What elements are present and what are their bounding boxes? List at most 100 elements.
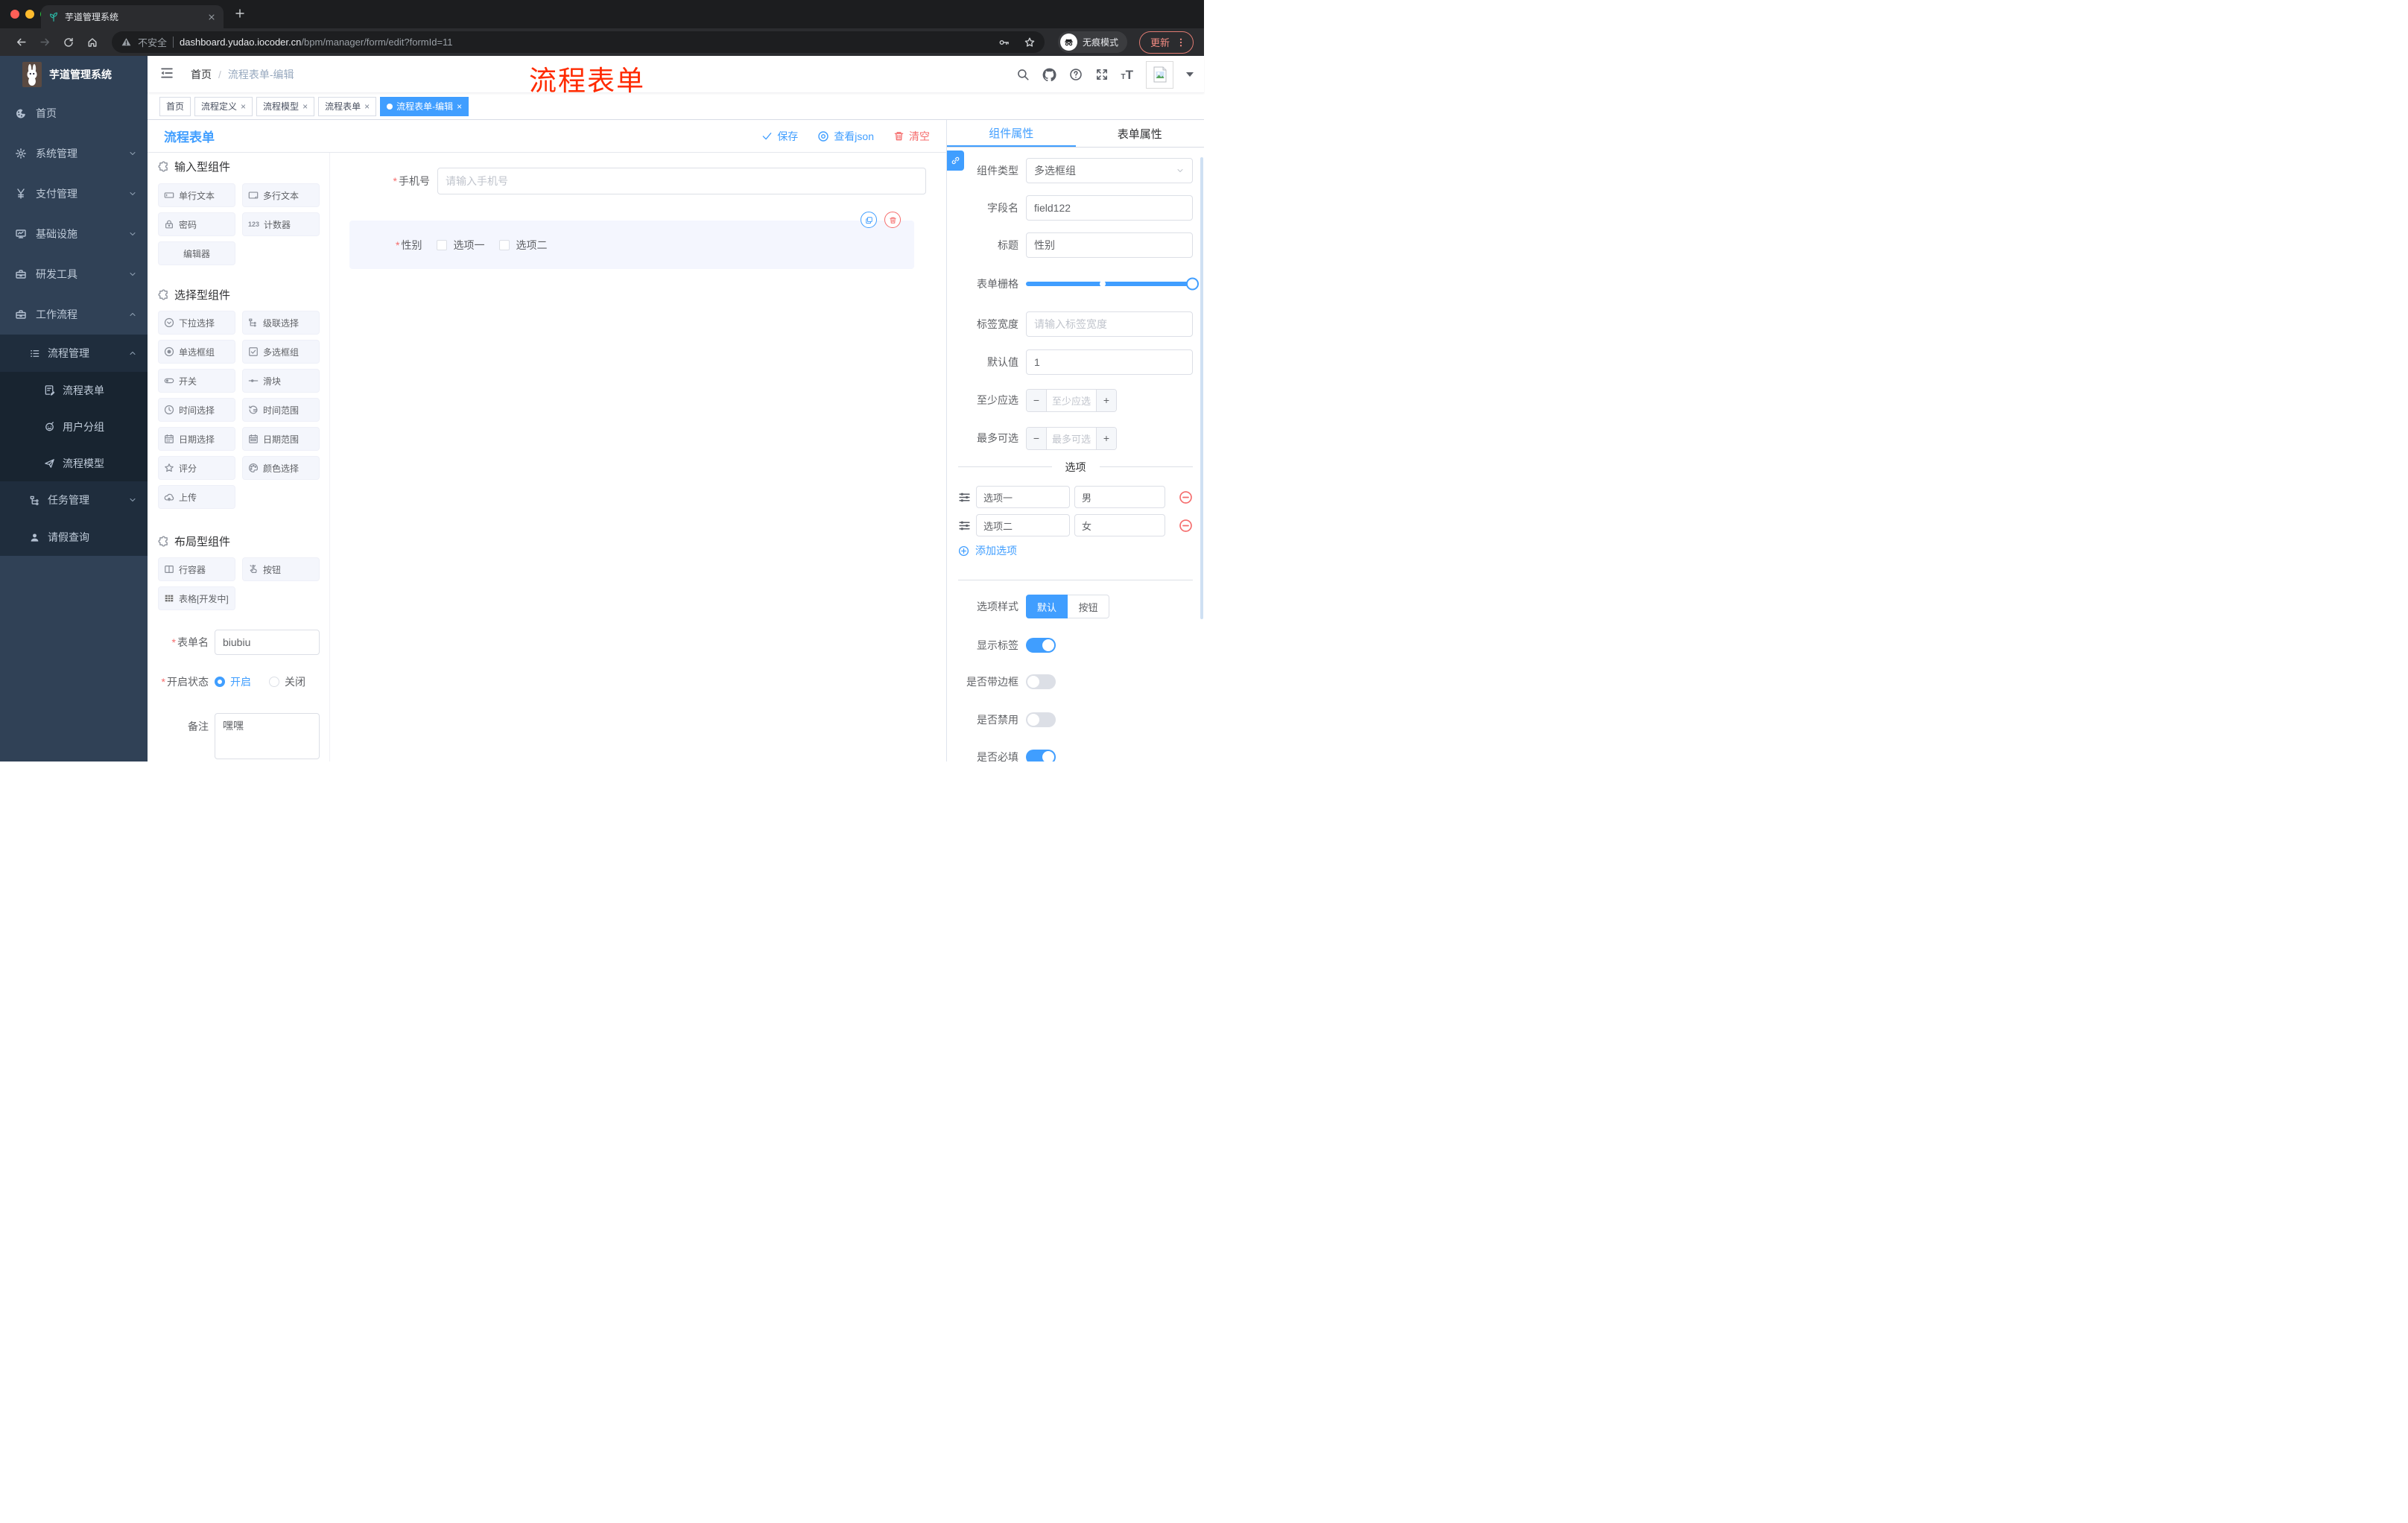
font-size-icon[interactable]: TT [1121,69,1134,81]
password-key-icon[interactable] [998,37,1010,48]
show-label-toggle[interactable] [1026,638,1056,653]
back-button[interactable] [10,32,31,53]
gender-option2-checkbox[interactable]: 选项二 [499,238,547,253]
disabled-toggle[interactable] [1026,712,1056,727]
phone-field[interactable]: * 手机号 [378,168,926,194]
comp-switch[interactable]: 开关 [158,369,235,393]
comp-date-range[interactable]: 日期范围 [242,427,320,451]
tag-close-icon[interactable]: × [302,102,308,111]
stepper-decrease-button[interactable]: − [1027,389,1047,411]
stepper-placeholder[interactable]: 至少应选 [1047,390,1096,411]
sidebar-item-process-model[interactable]: 流程模型 [0,445,148,481]
new-tab-button[interactable] [234,7,246,19]
tab-form-props[interactable]: 表单属性 [1076,120,1205,147]
comp-radio-group[interactable]: 单选框组 [158,340,235,364]
comp-counter[interactable]: 123 计数器 [242,212,320,236]
default-value-input[interactable] [1026,349,1193,375]
tag-close-icon[interactable]: × [364,102,370,111]
required-toggle[interactable] [1026,750,1056,762]
style-default-button[interactable]: 默认 [1026,595,1068,618]
sidebar-item-system[interactable]: 系统管理 [0,133,148,174]
window-minimize-button[interactable] [25,10,34,19]
github-icon[interactable] [1042,68,1056,82]
label-width-input[interactable] [1026,311,1193,337]
avatar-caret-icon[interactable] [1186,72,1194,77]
status-open-radio[interactable]: 开启 [215,674,251,689]
tag-process-definition[interactable]: 流程定义 × [194,96,253,116]
search-icon[interactable] [1016,68,1030,81]
tag-process-form-edit[interactable]: 流程表单-编辑 × [380,96,469,116]
comp-select[interactable]: 下拉选择 [158,311,235,335]
form-remark-textarea[interactable]: 嘿嘿 [215,713,320,759]
sidebar-item-devtools[interactable]: 研发工具 [0,254,148,294]
browser-tab[interactable]: 芋道管理系统 [41,5,224,28]
tag-close-icon[interactable]: × [457,102,462,111]
comp-color-picker[interactable]: 颜色选择 [242,456,320,480]
phone-input[interactable] [437,168,926,194]
sidebar-item-workflow[interactable]: 工作流程 [0,294,148,335]
tag-process-model[interactable]: 流程模型 × [256,96,315,116]
tab-close-icon[interactable] [207,13,216,22]
comp-upload[interactable]: 上传 [158,485,235,509]
delete-component-button[interactable] [884,212,901,228]
sidebar-item-process-mgmt[interactable]: 流程管理 [0,335,148,372]
option2-value-input[interactable] [1074,514,1165,536]
sidebar-collapse-icon[interactable] [159,66,174,80]
bookmark-star-icon[interactable] [1024,37,1036,48]
option1-label-input[interactable] [976,486,1070,508]
sidebar-item-infra[interactable]: 基础设施 [0,214,148,254]
url-bar[interactable]: 不安全 dashboard.yudao.iocoder.cn/bpm/manag… [112,31,1045,53]
comp-password[interactable]: 密码 [158,212,235,236]
form-grid-slider[interactable] [1026,277,1199,291]
remove-option-button[interactable] [1179,490,1193,504]
gender-option1-checkbox[interactable]: 选项一 [437,238,484,253]
save-button[interactable]: 保存 [761,129,798,144]
option1-value-input[interactable] [1074,486,1165,508]
comp-time-picker[interactable]: 时间选择 [158,398,235,422]
sidebar-item-payment[interactable]: 支付管理 [0,174,148,214]
slider-handle[interactable] [1186,277,1199,291]
security-warning-icon[interactable] [121,37,132,48]
sidebar-item-task-mgmt[interactable]: 任务管理 [0,481,148,519]
with-border-toggle[interactable] [1026,674,1056,689]
comp-rate[interactable]: 评分 [158,456,235,480]
duplicate-component-button[interactable] [861,212,877,228]
comp-button[interactable]: 按钮 [242,557,320,581]
home-button[interactable] [82,32,103,53]
field-name-input[interactable] [1026,195,1193,221]
comp-slider[interactable]: 滑块 [242,369,320,393]
comp-editor[interactable]: 编辑器 [158,241,235,265]
remove-option-button[interactable] [1179,519,1193,533]
stepper-decrease-button[interactable]: − [1027,427,1047,449]
breadcrumb-home[interactable]: 首页 [191,67,212,82]
add-option-button[interactable]: 添加选项 [958,543,1017,558]
component-type-select[interactable]: 多选框组 [1026,158,1193,183]
tag-close-icon[interactable]: × [241,102,246,111]
comp-time-range[interactable]: 时间范围 [242,398,320,422]
comp-table[interactable]: 表格[开发中] [158,586,235,610]
comp-checkbox-group[interactable]: 多选框组 [242,340,320,364]
comp-row-container[interactable]: 行容器 [158,557,235,581]
comp-multi-line-text[interactable]: 多行文本 [242,183,320,207]
clear-button[interactable]: 清空 [893,129,930,144]
gender-field-selected[interactable]: * 性别 选项一 选项二 [349,212,914,269]
drag-handle-icon[interactable] [958,519,971,532]
view-json-button[interactable]: 查看json [817,129,874,144]
tag-process-form[interactable]: 流程表单 × [318,96,377,116]
scrollbar[interactable] [1200,157,1203,619]
forward-button[interactable] [34,32,55,53]
reload-button[interactable] [58,32,79,53]
drag-handle-icon[interactable] [958,491,971,504]
status-closed-radio[interactable]: 关闭 [269,674,305,689]
option2-label-input[interactable] [976,514,1070,536]
form-name-input[interactable] [215,630,320,655]
comp-date-picker[interactable]: 日期选择 [158,427,235,451]
stepper-increase-button[interactable]: + [1096,389,1116,411]
stepper-placeholder[interactable]: 最多可选 [1047,428,1096,449]
window-close-button[interactable] [10,10,19,19]
tab-component-props[interactable]: 组件属性 [947,120,1076,147]
sidebar-item-user-group[interactable]: 用户分组 [0,408,148,445]
avatar[interactable] [1146,60,1173,89]
fullscreen-icon[interactable] [1095,68,1109,81]
comp-cascader[interactable]: 级联选择 [242,311,320,335]
